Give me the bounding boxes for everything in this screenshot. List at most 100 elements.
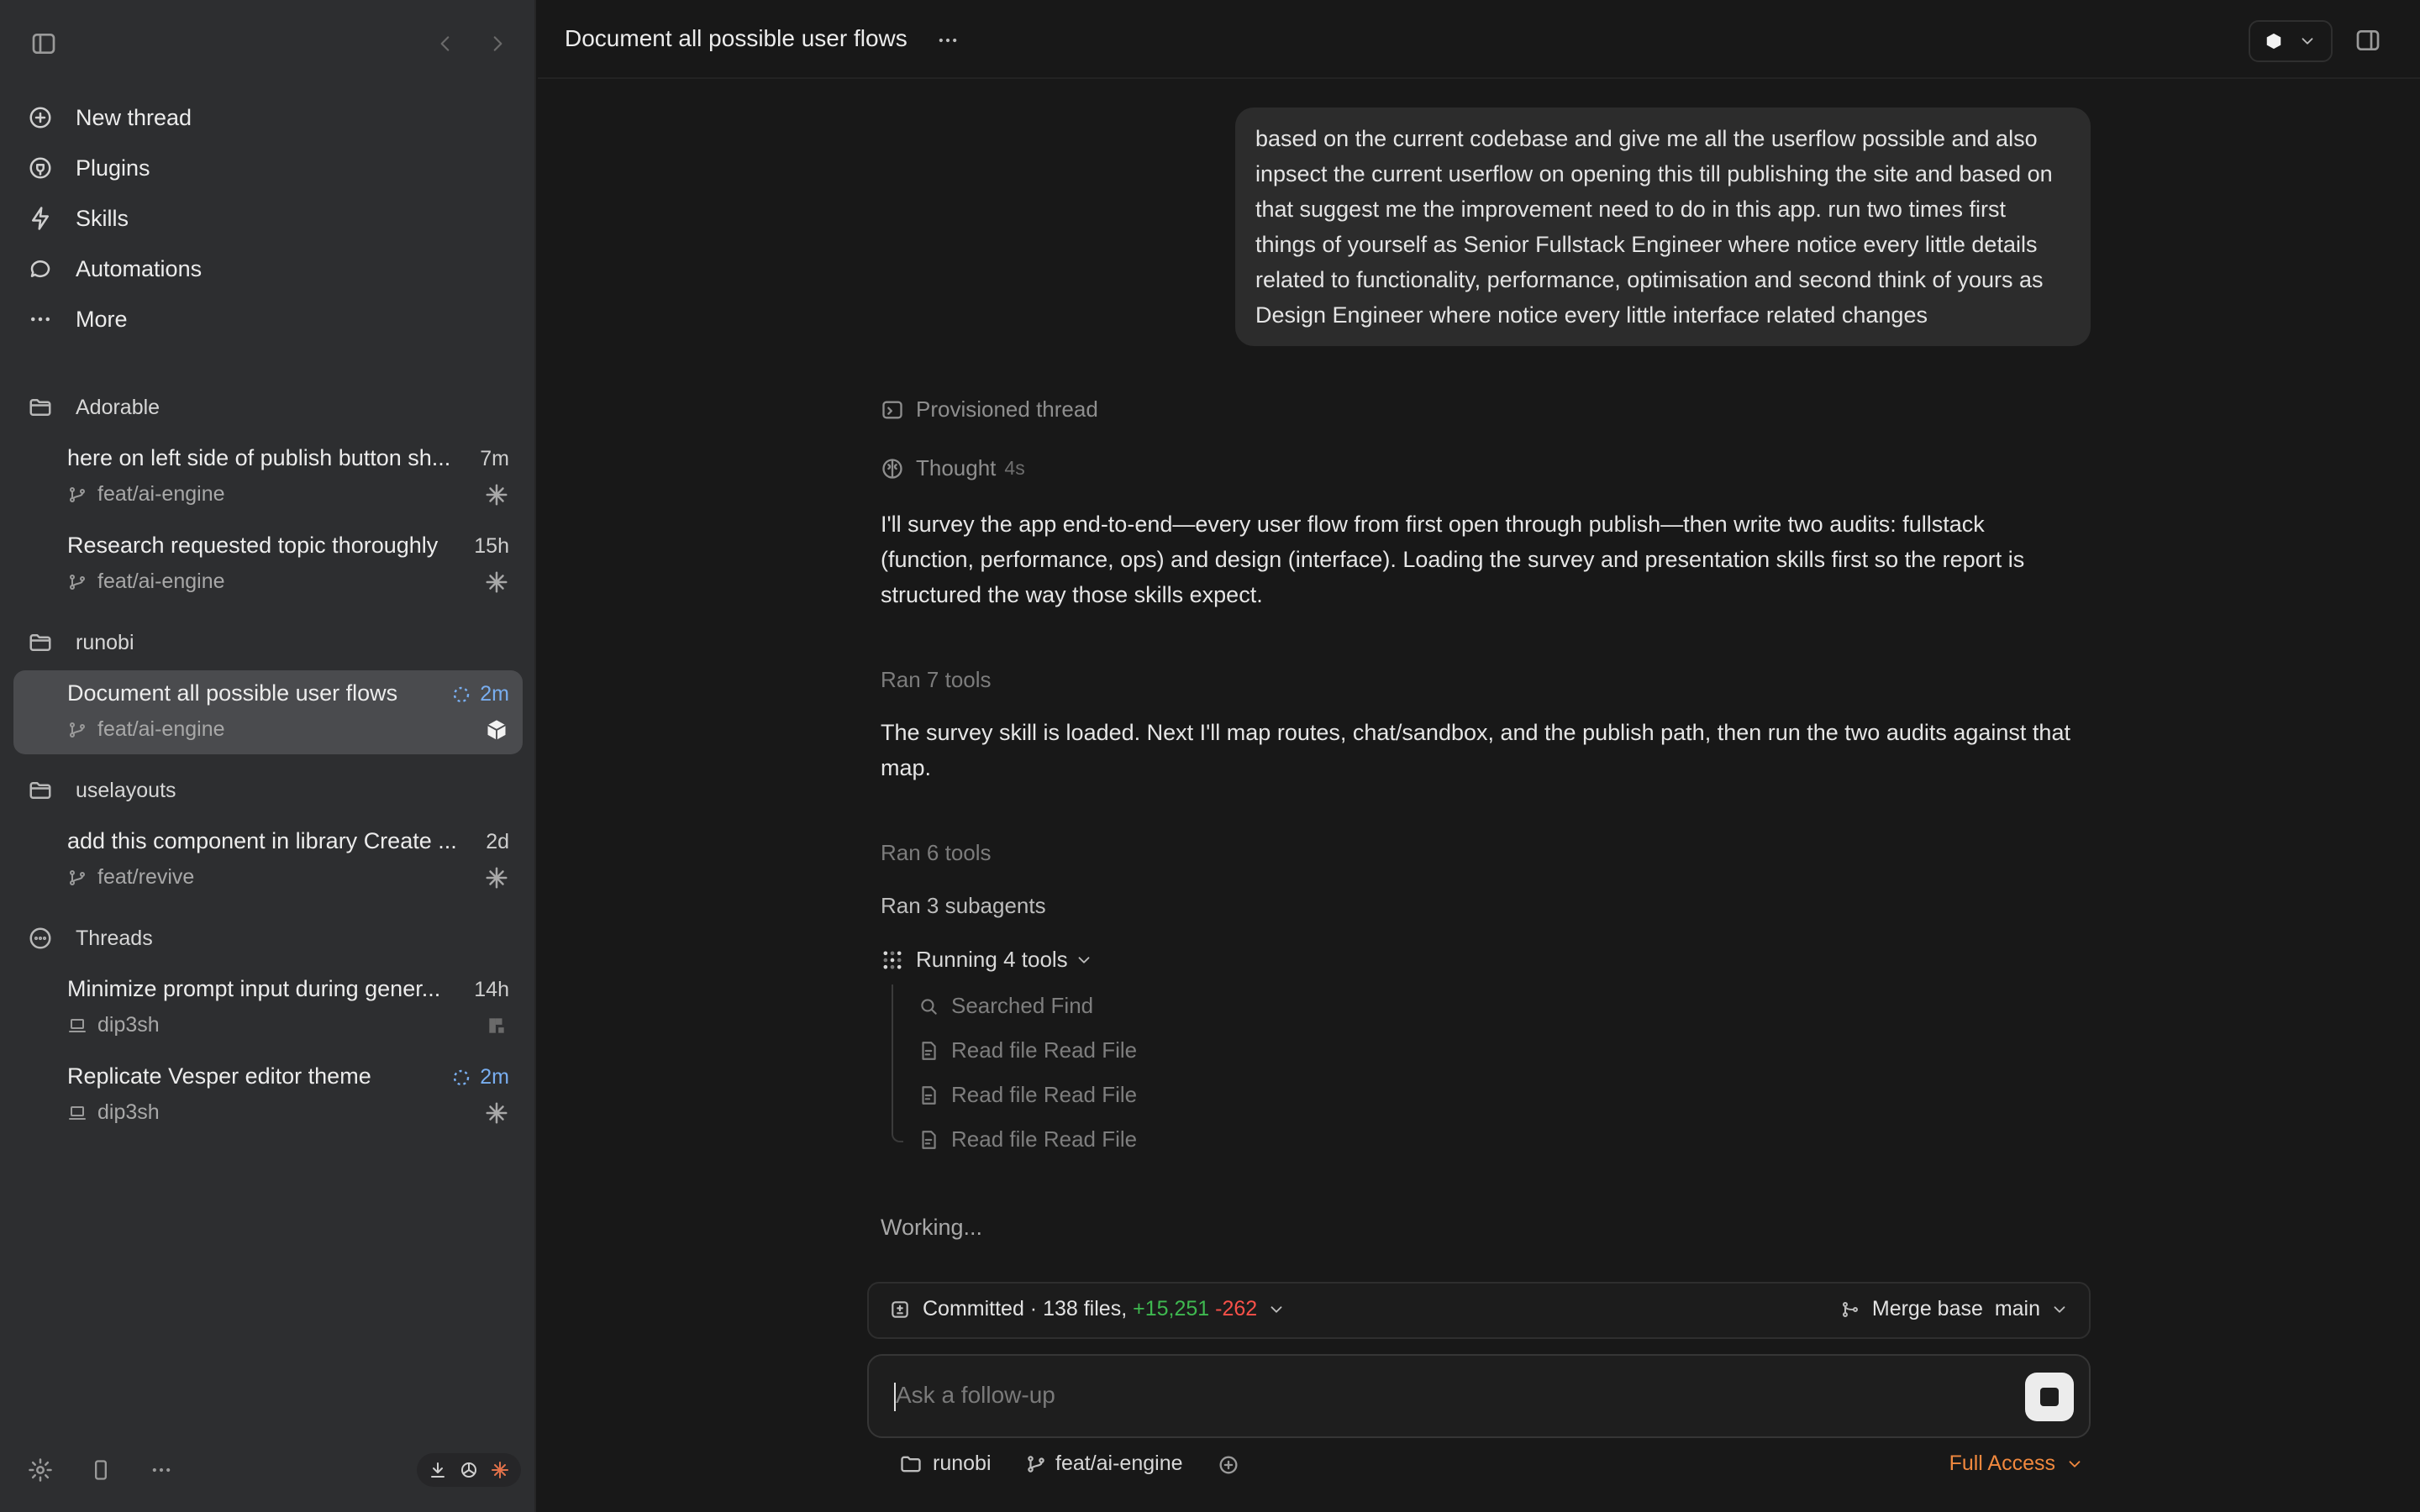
thread-time: 2d bbox=[486, 830, 509, 853]
ran-subagents-step[interactable]: Ran 3 subagents bbox=[881, 893, 1046, 919]
project-runobi[interactable]: runobi bbox=[24, 621, 134, 664]
pixel-icon bbox=[484, 1013, 509, 1038]
add-context-icon[interactable] bbox=[1213, 1450, 1244, 1480]
openai-icon bbox=[461, 1462, 476, 1478]
search-icon bbox=[921, 998, 937, 1015]
plugin-icon bbox=[24, 146, 57, 190]
working-status: Working... bbox=[881, 1215, 983, 1240]
nav-skills[interactable]: Skills bbox=[24, 197, 511, 240]
spinner-icon bbox=[454, 686, 470, 702]
thought-step[interactable]: Thought 4s bbox=[881, 455, 1025, 481]
nav-automations[interactable]: Automations bbox=[24, 247, 511, 291]
provisioned-thread-step[interactable]: Provisioned thread bbox=[881, 396, 1098, 423]
file-icon bbox=[922, 1041, 936, 1060]
access-level-selector[interactable]: Full Access bbox=[1949, 1452, 2084, 1476]
follow-up-input[interactable]: Ask a follow-up bbox=[896, 1382, 2030, 1409]
folder-icon bbox=[24, 630, 57, 655]
sparkle-icon bbox=[484, 570, 509, 595]
main-panel: Document all possible user flows based o… bbox=[538, 0, 2420, 1512]
nav-label: More bbox=[76, 306, 128, 332]
project-uselayouts[interactable]: uselayouts bbox=[24, 769, 176, 812]
thought-duration: 4s bbox=[1004, 457, 1025, 479]
chat-bubble-icon bbox=[24, 926, 57, 951]
project-adorable[interactable]: Adorable bbox=[24, 386, 160, 429]
thread-title: Minimize prompt input during gener... bbox=[67, 976, 441, 1001]
brain-icon bbox=[882, 458, 902, 479]
back-arrow-icon[interactable] bbox=[427, 25, 464, 62]
nav-label: New thread bbox=[76, 104, 192, 130]
chevron-down-icon bbox=[2054, 1305, 2065, 1313]
settings-gear-icon[interactable] bbox=[24, 1453, 57, 1487]
tool-call[interactable]: Searched Find bbox=[918, 993, 1093, 1019]
git-branch-icon bbox=[70, 869, 85, 885]
grid-loading-icon bbox=[883, 951, 902, 969]
thread-time: 2m bbox=[451, 682, 509, 706]
stop-icon bbox=[2040, 1388, 2059, 1406]
running-tools-step[interactable]: Running 4 tools bbox=[881, 947, 1105, 973]
thread-title: Research requested topic thoroughly bbox=[67, 533, 439, 558]
open-in-dropdown[interactable] bbox=[2249, 20, 2333, 62]
thread-branch: feat/ai-engine bbox=[67, 717, 225, 742]
git-merge-icon bbox=[1842, 1301, 1858, 1317]
project-name: Adorable bbox=[76, 395, 160, 419]
thread-time: 2m bbox=[451, 1065, 509, 1089]
thread-branch: feat/revive bbox=[67, 865, 194, 890]
thread-item[interactable]: Minimize prompt input during gener... 14… bbox=[13, 966, 523, 1050]
thread-item-active[interactable]: Document all possible user flows 2m feat… bbox=[13, 670, 523, 754]
chat-bubble-icon bbox=[24, 247, 57, 291]
ellipsis-icon bbox=[24, 297, 57, 341]
tool-call[interactable]: Read file Read File bbox=[918, 1126, 1137, 1152]
folder-icon bbox=[901, 1456, 921, 1472]
ran-tools-step[interactable]: Ran 7 tools bbox=[881, 667, 992, 693]
chevron-down-icon bbox=[1270, 1305, 1282, 1313]
more-ellipsis-icon[interactable] bbox=[145, 1453, 178, 1487]
git-branch-icon bbox=[70, 574, 85, 590]
chevron-down-icon bbox=[1078, 956, 1090, 963]
nav-more[interactable]: More bbox=[24, 297, 511, 341]
header-bar: Document all possible user flows bbox=[538, 0, 2420, 79]
bolt-icon bbox=[24, 197, 57, 240]
thread-title: Document all possible user flows bbox=[67, 680, 398, 706]
user-message: based on the current codebase and give m… bbox=[1235, 108, 2091, 346]
thread-title: Document all possible user flows bbox=[565, 25, 908, 51]
deletions-count: -262 bbox=[1215, 1297, 1258, 1320]
plus-circle-icon bbox=[24, 96, 57, 139]
git-branch-icon bbox=[70, 722, 85, 738]
nav-new-thread[interactable]: New thread bbox=[24, 96, 511, 139]
project-selector[interactable]: runobi bbox=[899, 1452, 992, 1476]
thread-title: here on left side of publish button sh..… bbox=[67, 445, 451, 470]
tool-call[interactable]: Read file Read File bbox=[918, 1082, 1137, 1108]
merge-base-selector[interactable]: Merge base main bbox=[1840, 1297, 2069, 1321]
thread-item[interactable]: here on left side of publish button sh..… bbox=[13, 435, 523, 519]
thread-branch: feat/ai-engine bbox=[67, 482, 225, 507]
tool-call[interactable]: Read file Read File bbox=[918, 1037, 1137, 1063]
folder-icon bbox=[24, 395, 57, 420]
project-threads[interactable]: Threads bbox=[24, 916, 153, 960]
toggle-panel-icon[interactable] bbox=[2349, 22, 2386, 59]
git-branch-icon bbox=[70, 486, 85, 502]
commit-summary[interactable]: Committed · 138 files, +15,251 -262 bbox=[889, 1297, 1286, 1321]
thread-item[interactable]: Research requested topic thoroughly 15h … bbox=[13, 522, 523, 606]
mobile-device-icon[interactable] bbox=[84, 1453, 118, 1487]
status-pill[interactable] bbox=[417, 1453, 521, 1487]
assistant-message: The survey skill is loaded. Next I'll ma… bbox=[881, 720, 2070, 780]
toggle-sidebar-icon[interactable] bbox=[25, 25, 62, 62]
thread-title: add this component in library Create ... bbox=[67, 828, 457, 853]
nav-label: Plugins bbox=[76, 155, 150, 181]
thread-item[interactable]: add this component in library Create ...… bbox=[13, 818, 523, 902]
nav-plugins[interactable]: Plugins bbox=[24, 146, 511, 190]
project-name: Threads bbox=[76, 926, 153, 950]
cube-icon bbox=[2267, 33, 2281, 50]
branch-selector[interactable]: feat/ai-engine bbox=[1025, 1452, 1183, 1476]
commit-bar: Committed · 138 files, +15,251 -262 Merg… bbox=[867, 1282, 2091, 1339]
thread-menu-ellipsis-icon[interactable] bbox=[929, 24, 966, 57]
ran-tools-step[interactable]: Ran 6 tools bbox=[881, 840, 992, 866]
nav-label: Automations bbox=[76, 255, 203, 281]
stop-button[interactable] bbox=[2025, 1373, 2074, 1421]
nav-label: Skills bbox=[76, 205, 129, 231]
forward-arrow-icon[interactable] bbox=[479, 25, 516, 62]
chevron-down-icon bbox=[2302, 38, 2313, 45]
file-icon bbox=[922, 1085, 936, 1105]
thread-time: 15h bbox=[474, 534, 509, 558]
thread-item[interactable]: Replicate Vesper editor theme 2m dip3sh bbox=[13, 1053, 523, 1137]
